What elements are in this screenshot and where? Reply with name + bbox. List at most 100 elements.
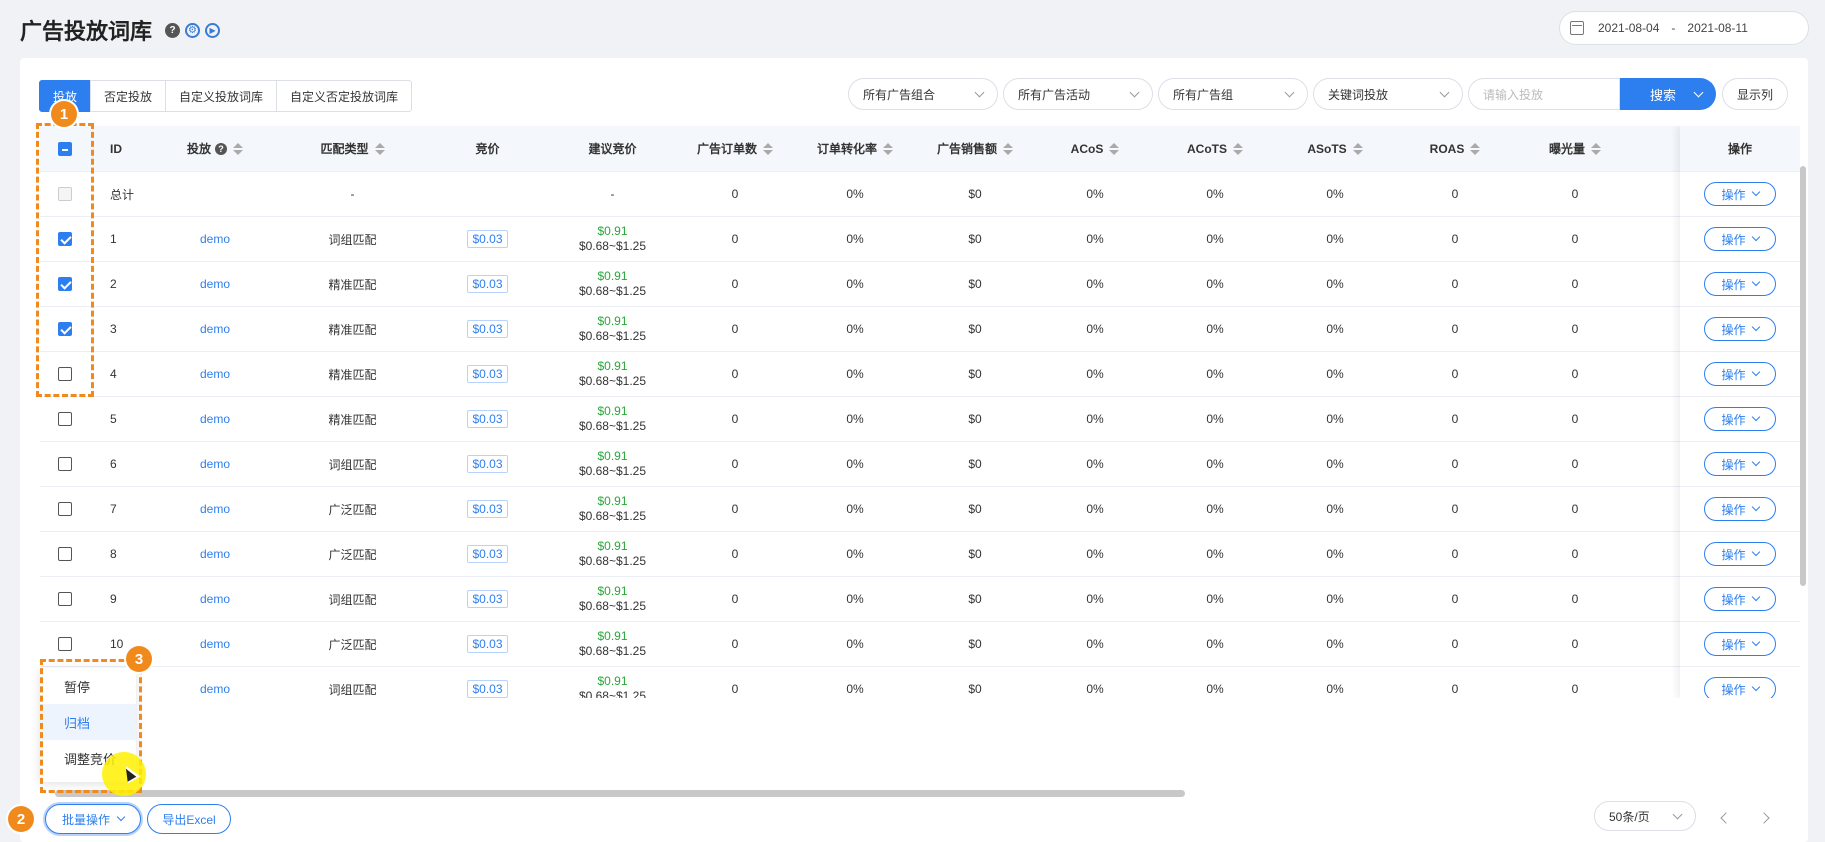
row-orders: 0 [731, 322, 739, 336]
bid-value[interactable]: $0.03 [467, 455, 508, 473]
row-checkbox-cell [40, 442, 90, 486]
bid-value[interactable]: $0.03 [467, 230, 508, 248]
col-asots[interactable]: ASoTS [1275, 126, 1395, 171]
target-link[interactable]: demo [200, 322, 230, 336]
bid-value[interactable]: $0.03 [467, 275, 508, 293]
sort-icon[interactable] [1003, 142, 1013, 155]
target-link[interactable]: demo [200, 637, 230, 651]
row-acos: 0% [1086, 322, 1104, 336]
sort-icon[interactable] [233, 142, 243, 155]
row-orders: 0 [731, 547, 739, 561]
sort-icon[interactable] [1109, 142, 1120, 155]
columns-button[interactable]: 显示列 [1721, 78, 1788, 110]
row-checkbox[interactable] [58, 592, 72, 606]
bid-value[interactable]: $0.03 [467, 500, 508, 518]
col-impressions[interactable]: 曝光量 [1515, 126, 1635, 171]
action-button[interactable]: 操作 [1704, 407, 1776, 431]
action-button[interactable]: 操作 [1704, 317, 1776, 341]
tab-negative-targeting[interactable]: 否定投放 [90, 80, 167, 112]
col-orders[interactable]: 广告订单数 [675, 126, 795, 171]
table-row: 4 demo 精准匹配 $0.03 $0.91 $0.68~$1.25 0 0% $0 0% 0% 0… [40, 352, 1800, 397]
col-match[interactable]: 匹配类型 [280, 126, 425, 171]
row-bid-cell: $0.03 [425, 262, 550, 306]
action-button[interactable]: 操作 [1704, 632, 1776, 656]
target-link[interactable]: demo [200, 457, 230, 471]
sort-icon[interactable] [1591, 142, 1601, 155]
page-size-label: 50条/页 [1609, 809, 1650, 824]
col-sales[interactable]: 广告销售额 [915, 126, 1035, 171]
bid-value[interactable]: $0.03 [467, 590, 508, 608]
search-input[interactable]: 请输入投放 [1467, 78, 1620, 110]
suggested-range: $0.68~$1.25 [578, 644, 647, 658]
target-link[interactable]: demo [200, 277, 230, 291]
sort-icon[interactable] [1233, 142, 1243, 155]
target-link[interactable]: demo [200, 412, 230, 426]
portfolio-select[interactable]: 所有广告组合 [847, 78, 998, 110]
col-roas[interactable]: ROAS [1395, 126, 1515, 171]
sort-icon[interactable] [374, 142, 385, 155]
action-button[interactable]: 操作 [1704, 227, 1776, 251]
action-button[interactable]: 操作 [1704, 542, 1776, 566]
row-checkbox[interactable] [58, 547, 72, 561]
tab-custom-library[interactable]: 自定义投放词库 [165, 80, 278, 112]
action-button[interactable]: 操作 [1704, 182, 1776, 206]
action-button[interactable]: 操作 [1704, 362, 1776, 386]
row-orders: 0 [731, 682, 739, 696]
search-button[interactable]: 搜索 [1619, 78, 1716, 110]
bid-value[interactable]: $0.03 [467, 320, 508, 338]
target-link[interactable]: demo [200, 682, 230, 696]
help-icon[interactable]: ? [165, 22, 181, 38]
bid-value[interactable]: $0.03 [467, 365, 508, 383]
page-size-select[interactable]: 50条/页 [1594, 801, 1696, 831]
chevron-down-icon [116, 812, 126, 822]
sort-icon[interactable] [1470, 142, 1481, 155]
row-checkbox[interactable] [58, 412, 72, 426]
action-button[interactable]: 操作 [1704, 452, 1776, 476]
bid-value[interactable]: $0.03 [467, 410, 508, 428]
horizontal-scrollbar[interactable] [55, 790, 1185, 797]
row-checkbox[interactable] [58, 457, 72, 471]
action-button[interactable]: 操作 [1704, 677, 1776, 698]
target-link[interactable]: demo [200, 547, 230, 561]
col-acos[interactable]: ACoS [1035, 126, 1155, 171]
date-range-picker[interactable]: 2021-08-04 - 2021-08-11 [1559, 11, 1809, 45]
help-icon[interactable]: ? [215, 142, 227, 155]
adgroup-select[interactable]: 所有广告组 [1157, 78, 1308, 110]
sort-icon[interactable] [763, 142, 773, 155]
batch-action-button[interactable]: 批量操作 [45, 804, 141, 834]
filter-bar: 所有广告组合 所有广告活动 所有广告组 关键词投放 请输入投放 搜索 显示列 [843, 78, 1788, 110]
action-button[interactable]: 操作 [1704, 497, 1776, 521]
sort-icon[interactable] [883, 142, 893, 155]
export-excel-button[interactable]: 导出Excel [147, 804, 231, 834]
row-checkbox[interactable] [58, 637, 72, 651]
target-link[interactable]: demo [200, 502, 230, 516]
row-checkbox[interactable] [58, 502, 72, 516]
portfolio-select-label: 所有广告组合 [862, 87, 935, 102]
row-suggested-bid: $0.91 $0.68~$1.25 [550, 622, 675, 666]
suggested-range: $0.68~$1.25 [578, 599, 647, 613]
bid-value[interactable]: $0.03 [467, 680, 508, 698]
row-cvr: 0% [846, 322, 864, 336]
targeting-type-select[interactable]: 关键词投放 [1312, 78, 1463, 110]
target-link[interactable]: demo [200, 592, 230, 606]
tab-custom-negative-library[interactable]: 自定义否定投放词库 [276, 80, 413, 112]
sort-icon[interactable] [1352, 142, 1363, 155]
adgroup-select-label: 所有广告组 [1172, 87, 1233, 102]
col-target[interactable]: 投放? [150, 126, 280, 171]
row-id: 2 [110, 277, 117, 291]
action-button[interactable]: 操作 [1704, 272, 1776, 296]
batch-action-label: 批量操作 [61, 812, 110, 827]
target-link[interactable]: demo [200, 232, 230, 246]
search-button-label: 搜索 [1649, 87, 1676, 103]
campaign-select[interactable]: 所有广告活动 [1002, 78, 1153, 110]
play-icon[interactable]: ▶ [205, 22, 221, 38]
col-acots[interactable]: ACoTS [1155, 126, 1275, 171]
action-button[interactable]: 操作 [1704, 587, 1776, 611]
bid-value[interactable]: $0.03 [467, 545, 508, 563]
bid-value[interactable]: $0.03 [467, 635, 508, 653]
vertical-scrollbar[interactable] [1800, 166, 1806, 586]
settings-icon[interactable]: ⚙ [185, 22, 201, 38]
target-link[interactable]: demo [200, 367, 230, 381]
row-id: 1 [110, 232, 117, 246]
col-cvr[interactable]: 订单转化率 [795, 126, 915, 171]
